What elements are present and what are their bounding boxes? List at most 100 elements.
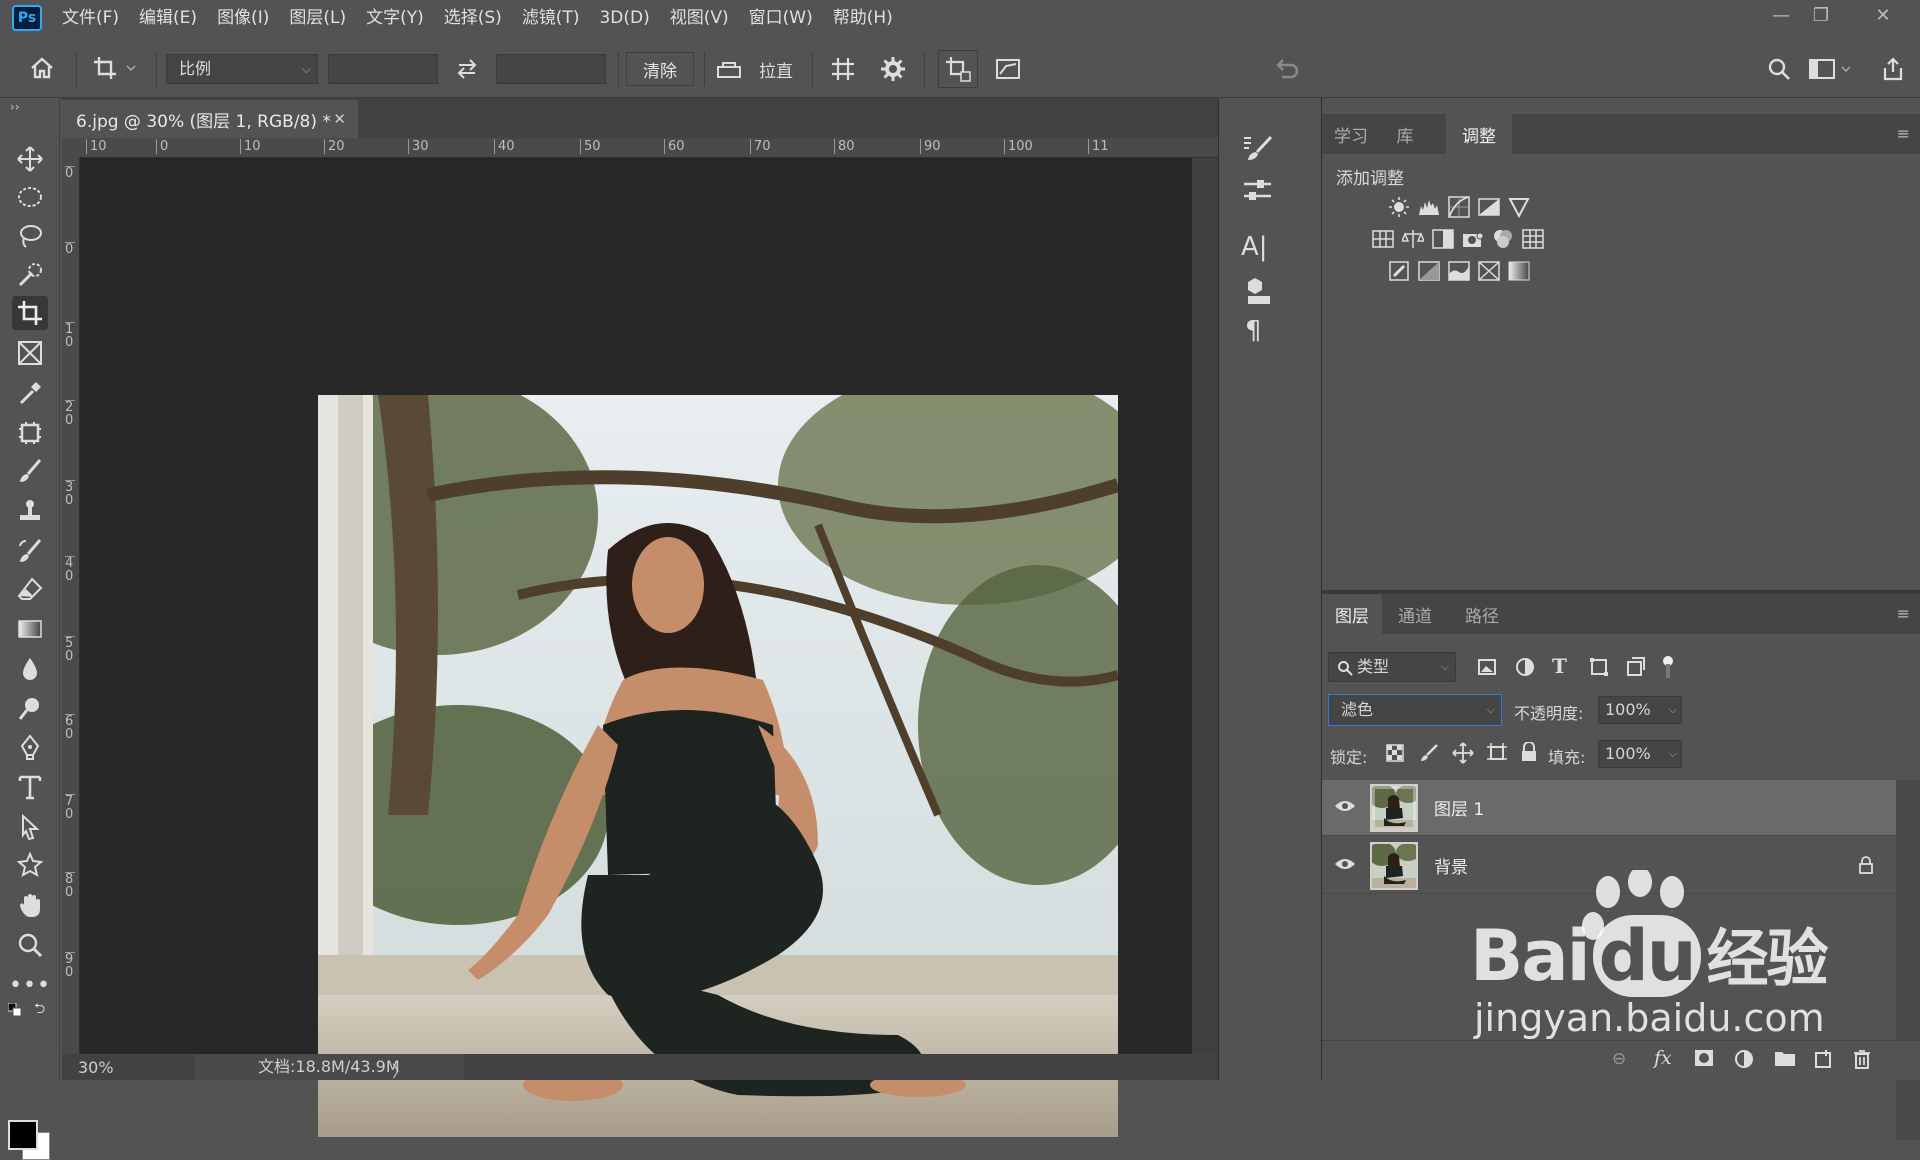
workspace-icon[interactable]	[1806, 52, 1856, 86]
crop-preset-icon[interactable]	[88, 50, 144, 86]
filter-toggle[interactable]	[1662, 654, 1674, 680]
tab-paths[interactable]: 路径	[1448, 594, 1516, 634]
link-layers-icon[interactable]: ⊖	[1612, 1049, 1626, 1069]
brightness-icon[interactable]	[1386, 194, 1412, 220]
menu-item[interactable]: 帮助(H)	[823, 0, 903, 36]
gradient-map-icon[interactable]	[1506, 258, 1532, 284]
filter-pixel-icon[interactable]	[1476, 656, 1500, 680]
eraser-tool-icon[interactable]	[12, 572, 48, 606]
menu-item[interactable]: 3D(D)	[589, 0, 659, 36]
visibility-eye-icon[interactable]	[1334, 856, 1358, 876]
fx-icon[interactable]: fx	[1654, 1047, 1672, 1069]
more-tools-icon[interactable]: •••	[9, 968, 50, 1002]
blur-tool-icon[interactable]	[12, 652, 48, 686]
tab-libraries[interactable]: 库	[1380, 114, 1430, 154]
new-layer-icon[interactable]	[1814, 1049, 1836, 1071]
document-info[interactable]: 文档:18.8M/43.9M	[194, 1054, 464, 1080]
new-group-icon[interactable]	[1774, 1049, 1796, 1071]
undo-icon[interactable]	[1270, 52, 1304, 86]
delete-cropped-icon[interactable]	[938, 50, 978, 88]
filter-type-icon[interactable]: T	[1552, 654, 1576, 678]
threshold-icon[interactable]	[1446, 258, 1472, 284]
ratio-select[interactable]: 比例 ⌵	[166, 54, 318, 84]
curves-icon[interactable]	[1446, 194, 1472, 220]
menu-item[interactable]: 选择(S)	[434, 0, 512, 36]
dodge-tool-icon[interactable]	[12, 692, 48, 726]
properties-sliders-icon[interactable]	[1241, 174, 1275, 208]
zoom-tool-icon[interactable]	[12, 928, 48, 962]
hue-saturation-icon[interactable]	[1370, 226, 1396, 252]
pen-tool-icon[interactable]	[12, 730, 48, 764]
document-image[interactable]	[318, 395, 1118, 1137]
channel-mixer-icon[interactable]	[1490, 226, 1516, 252]
frame-tool-icon[interactable]	[12, 336, 48, 370]
photo-filter-icon[interactable]	[1460, 226, 1486, 252]
width-field[interactable]	[328, 54, 438, 84]
swap-icon[interactable]	[450, 54, 484, 84]
lock-artboard-icon[interactable]	[1486, 742, 1508, 764]
brush-settings-icon[interactable]	[1241, 132, 1275, 166]
canvas-area[interactable]	[80, 158, 1192, 1137]
visibility-eye-icon[interactable]	[1334, 798, 1358, 818]
menu-item[interactable]: 窗口(W)	[739, 0, 823, 36]
zoom-level[interactable]: 30%	[78, 1058, 114, 1077]
share-icon[interactable]	[1876, 52, 1910, 86]
history-brush-icon[interactable]	[12, 534, 48, 568]
clear-button[interactable]: 清除	[626, 52, 694, 86]
menu-item[interactable]: 图像(I)	[207, 0, 279, 36]
search-icon[interactable]	[1762, 52, 1796, 86]
lasso-tool-icon[interactable]	[12, 219, 48, 253]
content-aware-icon[interactable]	[990, 52, 1026, 86]
vertical-scrollbar[interactable]	[1192, 158, 1218, 1054]
menu-item[interactable]: 滤镜(T)	[512, 0, 590, 36]
layer-thumbnail[interactable]	[1370, 784, 1418, 832]
path-select-tool-icon[interactable]	[12, 810, 48, 844]
menu-item[interactable]: 视图(V)	[660, 0, 739, 36]
patch-tool-icon[interactable]	[12, 416, 48, 450]
layer-filter-select[interactable]: 类型 ⌵	[1328, 652, 1456, 682]
layers-panel-menu-icon[interactable]: ≡	[1897, 604, 1910, 623]
straighten-label[interactable]: 拉直	[754, 54, 798, 84]
overlay-grid-icon[interactable]	[826, 52, 860, 86]
gradient-tool-icon[interactable]	[12, 612, 48, 646]
exposure-icon[interactable]	[1476, 194, 1502, 220]
tab-adjustments[interactable]: 调整	[1446, 114, 1512, 154]
restore-button[interactable]: ❐	[1800, 0, 1842, 30]
opacity-field[interactable]: 100% ⌵	[1598, 696, 1682, 724]
close-tab-icon[interactable]: ✕	[333, 110, 346, 128]
lock-all-icon[interactable]	[1520, 741, 1540, 764]
tab-learn[interactable]: 学习	[1322, 114, 1380, 154]
layer-thumbnail[interactable]	[1370, 842, 1418, 890]
layer-row[interactable]: 图层 1	[1322, 780, 1896, 836]
lock-transparent-icon[interactable]	[1386, 744, 1406, 764]
color-lookup-icon[interactable]	[1520, 226, 1546, 252]
tab-layers[interactable]: 图层	[1322, 594, 1382, 634]
paragraph-panel-icon[interactable]: ¶	[1245, 316, 1279, 350]
document-tab[interactable]: 6.jpg @ 30% (图层 1, RGB/8) * ✕	[62, 100, 358, 138]
eyedropper-tool-icon[interactable]	[12, 376, 48, 410]
hand-tool-icon[interactable]	[12, 888, 48, 922]
foreground-color-swatch[interactable]	[8, 1120, 38, 1150]
color-balance-icon[interactable]	[1400, 226, 1426, 252]
tab-channels[interactable]: 通道	[1382, 594, 1448, 634]
marquee-tool-icon[interactable]	[12, 180, 48, 214]
add-mask-icon[interactable]	[1694, 1049, 1716, 1071]
posterize-icon[interactable]	[1416, 258, 1442, 284]
gear-icon[interactable]	[876, 52, 910, 86]
filter-adjustment-icon[interactable]	[1514, 656, 1538, 680]
swap-colors-icon[interactable]: ⮌	[34, 998, 45, 1022]
brush-tool-icon[interactable]	[12, 454, 48, 488]
blend-mode-select[interactable]: 滤色 ⌵	[1328, 694, 1502, 726]
lock-position-icon[interactable]	[1452, 742, 1474, 764]
3d-panel-icon[interactable]	[1241, 274, 1275, 308]
vibrance-icon[interactable]	[1506, 194, 1532, 220]
height-field[interactable]	[496, 54, 606, 84]
new-adjustment-layer-icon[interactable]	[1734, 1049, 1756, 1071]
custom-shape-tool-icon[interactable]	[12, 848, 48, 882]
menu-item[interactable]: 文件(F)	[52, 0, 129, 36]
filter-shape-icon[interactable]	[1588, 656, 1612, 680]
quick-select-tool-icon[interactable]	[12, 258, 48, 292]
close-window-button[interactable]: ✕	[1862, 0, 1904, 30]
default-colors-icon[interactable]	[7, 1002, 22, 1017]
invert-icon[interactable]	[1386, 258, 1412, 284]
